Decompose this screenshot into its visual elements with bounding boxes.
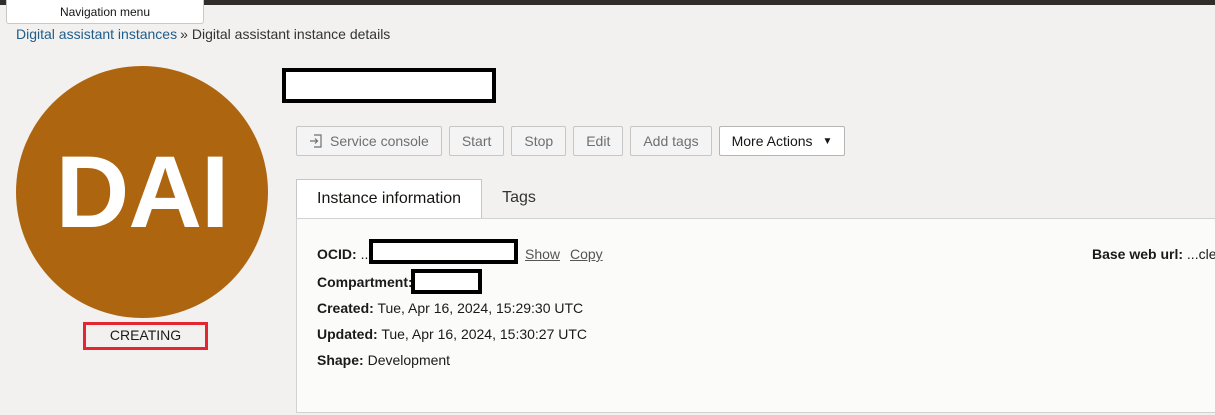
created-label: Created:	[317, 300, 374, 316]
shape-value: Development	[367, 352, 451, 368]
tab-tags[interactable]: Tags	[482, 179, 556, 219]
compartment-row: Compartment:	[317, 274, 413, 290]
breadcrumb-separator: »	[180, 26, 188, 42]
breadcrumb-parent-link[interactable]: Digital assistant instances	[16, 26, 177, 42]
instance-avatar: DAI	[16, 66, 268, 318]
start-button[interactable]: Start	[448, 126, 505, 156]
action-toolbar: Service console Start Stop Edit Add tags…	[296, 126, 846, 156]
ocid-prefix: ..	[360, 246, 369, 262]
shape-label: Shape:	[317, 352, 364, 368]
redacted-compartment	[411, 269, 482, 294]
ocid-label: OCID:	[317, 246, 357, 262]
base-web-url-value: ...cle	[1186, 246, 1215, 262]
compartment-label: Compartment:	[317, 274, 413, 290]
caret-down-icon: ▼	[822, 135, 833, 147]
show-ocid-link[interactable]: Show	[525, 246, 560, 262]
created-value: Tue, Apr 16, 2024, 15:29:30 UTC	[377, 300, 584, 316]
breadcrumb-current: Digital assistant instance details	[191, 26, 391, 42]
ocid-row: OCID: ..	[317, 246, 368, 262]
status-badge: CREATING	[83, 322, 208, 350]
breadcrumb: Digital assistant instances» Digital assi…	[16, 26, 390, 42]
service-console-label: Service console	[330, 133, 429, 149]
updated-row: Updated: Tue, Apr 16, 2024, 15:30:27 UTC	[317, 326, 587, 342]
redacted-ocid	[369, 239, 518, 264]
tab-instance-information[interactable]: Instance information	[296, 179, 483, 219]
stop-button[interactable]: Stop	[511, 126, 567, 156]
navigation-menu-button[interactable]: Navigation menu	[6, 0, 204, 24]
add-tags-button[interactable]: Add tags	[630, 126, 712, 156]
more-actions-label: More Actions	[731, 133, 813, 149]
updated-label: Updated:	[317, 326, 378, 342]
service-console-button[interactable]: Service console	[296, 126, 442, 156]
base-web-url-label: Base web url:	[1092, 246, 1184, 262]
updated-value: Tue, Apr 16, 2024, 15:30:27 UTC	[381, 326, 588, 342]
redacted-instance-name	[282, 68, 496, 103]
shape-row: Shape: Development	[317, 352, 450, 368]
base-web-url: Base web url: ...cle	[1092, 246, 1215, 262]
created-row: Created: Tue, Apr 16, 2024, 15:29:30 UTC	[317, 300, 583, 316]
edit-button[interactable]: Edit	[573, 126, 624, 156]
more-actions-button[interactable]: More Actions ▼	[718, 126, 846, 156]
avatar-initials: DAI	[55, 135, 230, 249]
tab-bar: Instance information Tags	[296, 179, 556, 219]
external-link-icon	[309, 134, 323, 148]
copy-ocid-link[interactable]: Copy	[570, 246, 603, 262]
